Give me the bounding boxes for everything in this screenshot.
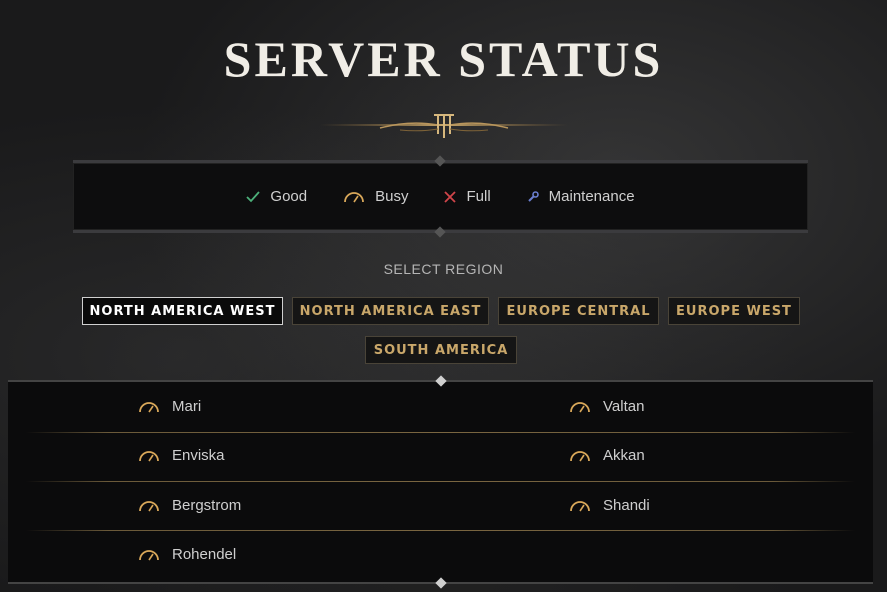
legend-item-good: Good: [246, 188, 307, 205]
server-item-mari: Mari: [138, 398, 201, 415]
server-name: Shandi: [603, 497, 650, 514]
tab-south-america[interactable]: SOUTH AMERICA: [365, 336, 517, 364]
check-icon: [246, 190, 261, 202]
tab-europe-central[interactable]: EUROPE CENTRAL: [498, 297, 659, 325]
legend-label-full: Full: [466, 188, 491, 205]
server-name: Bergstrom: [172, 497, 242, 514]
row-divider: [26, 530, 855, 531]
server-name: Mari: [172, 398, 202, 415]
panel-top-diamond: [435, 375, 447, 387]
panel-bottom-diamond: [435, 577, 447, 589]
gauge-icon: [139, 549, 159, 560]
legend-label-good: Good: [270, 188, 308, 205]
legend-item-busy: Busy: [343, 188, 408, 205]
server-name: Akkan: [603, 447, 645, 464]
server-item-valtan: Valtan: [569, 398, 644, 415]
server-item-akkan: Akkan: [569, 447, 645, 464]
legend-bottom-diamond: [434, 226, 446, 238]
title-ornament: [320, 114, 568, 138]
gauge-icon: [139, 450, 159, 461]
tab-north-america-east[interactable]: NORTH AMERICA EAST: [292, 297, 489, 325]
wrench-icon: [527, 190, 539, 202]
row-divider: [26, 481, 855, 482]
server-name: Enviska: [172, 447, 225, 464]
legend-label-busy: Busy: [375, 188, 409, 205]
page-title: SERVER STATUS: [223, 31, 664, 87]
gauge-icon: [570, 450, 590, 461]
tab-north-america-west[interactable]: NORTH AMERICA WEST: [82, 297, 283, 325]
gauge-icon: [570, 401, 590, 412]
legend-top-diamond: [434, 155, 446, 167]
server-item-rohendel: Rohendel: [138, 546, 236, 563]
row-divider: [26, 432, 855, 433]
x-icon: [444, 190, 457, 203]
legend-item-full: Full: [444, 188, 491, 205]
legend-item-maintenance: Maintenance: [527, 188, 635, 205]
server-item-shandi: Shandi: [569, 497, 650, 514]
select-region-label: SELECT REGION: [383, 261, 504, 277]
status-legend: Good Busy Full Maintenance: [73, 155, 808, 238]
server-name: Rohendel: [172, 546, 237, 563]
server-item-enviska: Enviska: [138, 447, 225, 464]
server-name: Valtan: [603, 398, 645, 415]
gauge-icon: [570, 500, 590, 511]
tab-europe-west[interactable]: EUROPE WEST: [668, 297, 800, 325]
legend-label-maintenance: Maintenance: [548, 188, 635, 205]
gauge-icon: [139, 500, 159, 511]
gauge-icon: [344, 191, 365, 202]
server-item-bergstrom: Bergstrom: [138, 497, 241, 514]
gauge-icon: [139, 401, 159, 412]
server-list: Mari Valtan Enviska Akkan Bergstrom Shan…: [8, 375, 873, 589]
